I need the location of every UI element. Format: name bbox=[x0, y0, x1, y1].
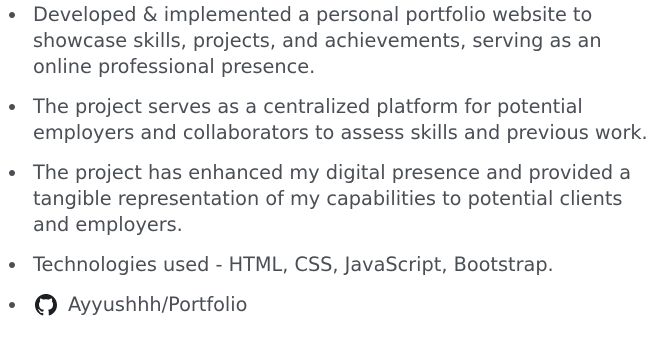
bullet-dot bbox=[9, 262, 15, 268]
bullet-text: The project has enhanced my digital pres… bbox=[33, 161, 632, 236]
list-item: The project has enhanced my digital pres… bbox=[0, 160, 650, 238]
bullet-dot bbox=[9, 104, 15, 110]
github-icon bbox=[35, 294, 57, 316]
bullet-list: Developed & implemented a personal portf… bbox=[0, 2, 650, 337]
repo-link-label: Ayyushhh/Portfolio bbox=[68, 293, 248, 316]
bullet-text: Technologies used - HTML, CSS, JavaScrip… bbox=[33, 253, 554, 276]
bullet-dot bbox=[9, 302, 15, 308]
bullet-text: The project serves as a centralized plat… bbox=[33, 95, 648, 144]
bullet-dot bbox=[9, 12, 15, 18]
bullet-dot bbox=[9, 170, 15, 176]
list-item: Ayyushhh/Portfolio bbox=[0, 292, 650, 323]
list-item: Developed & implemented a personal portf… bbox=[0, 2, 650, 80]
list-item: The project serves as a centralized plat… bbox=[0, 94, 650, 146]
list-item: Technologies used - HTML, CSS, JavaScrip… bbox=[0, 252, 650, 278]
bullet-text: Developed & implemented a personal portf… bbox=[33, 3, 602, 78]
project-details: Developed & implemented a personal portf… bbox=[0, 0, 650, 351]
repo-link[interactable]: Ayyushhh/Portfolio bbox=[33, 292, 247, 318]
